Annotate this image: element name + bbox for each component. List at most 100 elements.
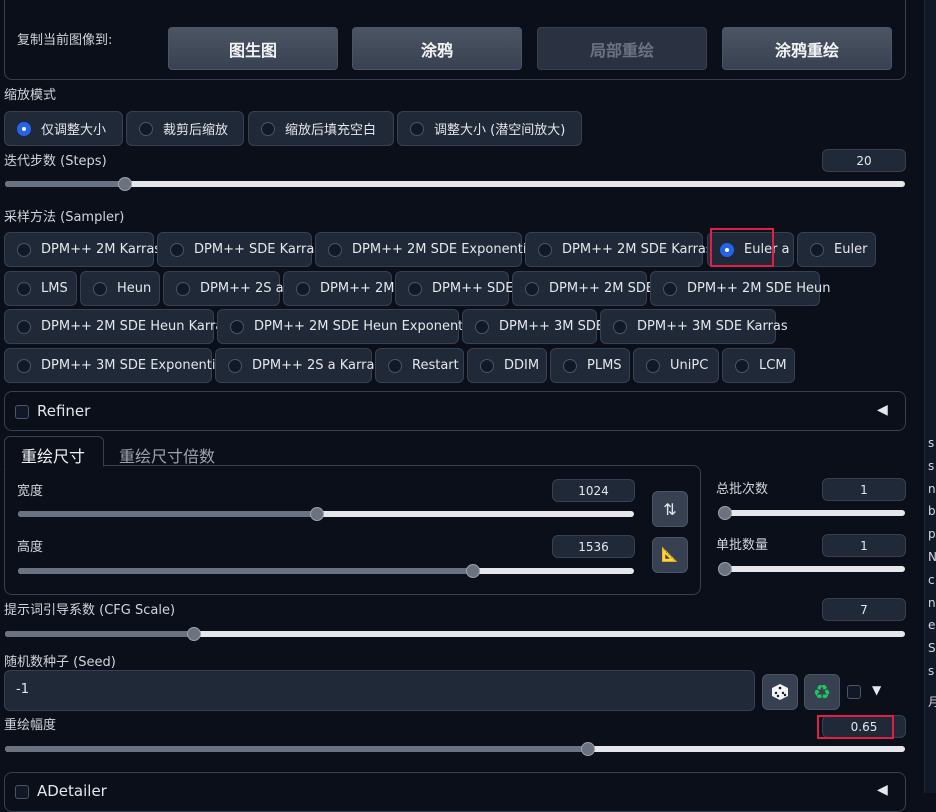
radio-icon: [538, 242, 552, 257]
dice-icon: [772, 684, 788, 700]
radio-icon: [17, 358, 31, 373]
sampler-ddim[interactable]: DDIM: [467, 348, 547, 383]
sampler-dpmpp-2m[interactable]: DPM++ 2M: [283, 271, 394, 306]
radio-icon: [480, 358, 494, 373]
sampler-dpmpp-2s-a[interactable]: DPM++ 2S a: [163, 271, 284, 306]
sampler-lcm[interactable]: LCM: [722, 348, 795, 383]
sampler-euler[interactable]: Euler: [797, 232, 876, 267]
sampler-unipc[interactable]: UniPC: [633, 348, 719, 383]
denoising-strength-slider[interactable]: [5, 742, 905, 756]
radio-icon: [296, 281, 310, 296]
collapse-arrow-icon[interactable]: ◀: [877, 402, 888, 418]
seed-label: 随机数种子 (Seed): [4, 655, 116, 670]
cfg-scale-slider[interactable]: [5, 627, 905, 641]
highlight-box-euler-a: [710, 228, 774, 267]
tab-resize-by[interactable]: 重绘尺寸倍数: [119, 443, 215, 467]
sampler-dpmpp-2s-a-karras[interactable]: DPM++ 2S a Karras: [215, 348, 381, 383]
slider-thumb[interactable]: [718, 562, 732, 576]
sampler-lms[interactable]: LMS: [4, 271, 77, 306]
radio-icon: [408, 281, 422, 296]
batch-count-label: 总批次数: [716, 482, 769, 497]
adetailer-accordion[interactable]: [4, 772, 906, 812]
reuse-seed-button[interactable]: ♻: [804, 674, 840, 710]
height-slider[interactable]: [18, 564, 634, 578]
slider-thumb[interactable]: [465, 564, 480, 578]
refiner-label: Refiner: [37, 402, 91, 420]
cfg-scale-number-input[interactable]: 7: [822, 598, 906, 621]
slider-thumb[interactable]: [187, 627, 201, 641]
triangle-ruler-icon: 📐: [661, 547, 679, 563]
steps-label: 迭代步数 (Steps): [4, 154, 107, 169]
radio-icon: [176, 281, 190, 296]
denoising-strength-label: 重绘幅度: [4, 718, 57, 733]
sampler-dpmpp-sde[interactable]: DPM++ SDE: [395, 271, 513, 306]
resize-mode-just-resize[interactable]: 仅调整大小: [4, 111, 123, 146]
radio-icon: [563, 358, 577, 373]
sampler-dpmpp-3m-sde-karras[interactable]: DPM++ 3M SDE Karras: [600, 309, 788, 344]
radio-icon: [613, 319, 627, 334]
radio-icon: [139, 121, 153, 136]
sampler-dpmpp-3m-sde[interactable]: DPM++ 3M SDE: [462, 309, 604, 344]
radio-icon: [261, 121, 275, 136]
sampler-dpmpp-2m-sde-karras[interactable]: DPM++ 2M SDE Karras: [525, 232, 713, 267]
refiner-accordion[interactable]: [4, 391, 906, 431]
collapse-arrow-icon[interactable]: ◀: [877, 782, 888, 798]
sampler-dpmpp-3m-sde-exponential[interactable]: DPM++ 3M SDE Exponential: [4, 348, 227, 383]
sampler-label: 采样方法 (Sampler): [4, 210, 125, 225]
random-seed-button[interactable]: [762, 674, 798, 710]
radio-icon: [525, 281, 539, 296]
resize-mode-latent-upscale[interactable]: 调整大小 (潜空间放大): [397, 111, 582, 146]
recycle-icon: ♻: [813, 680, 831, 704]
right-panel-text-column: ssnbpNcneSs月: [928, 436, 936, 709]
swap-arrows-icon: ⇅: [663, 499, 677, 519]
sampler-restart[interactable]: Restart: [375, 348, 464, 383]
highlight-box-denoise: [817, 715, 894, 739]
batch-size-slider[interactable]: [718, 562, 905, 576]
batch-count-slider[interactable]: [718, 506, 905, 520]
sampler-dpmpp-sde-karras[interactable]: DPM++ SDE Karras: [157, 232, 321, 267]
steps-slider[interactable]: [5, 177, 905, 191]
radio-icon: [17, 281, 31, 296]
width-number-input[interactable]: 1024: [552, 479, 635, 502]
width-slider[interactable]: [18, 507, 634, 521]
sampler-plms[interactable]: PLMS: [550, 348, 630, 383]
height-number-input[interactable]: 1536: [552, 535, 635, 558]
seed-input[interactable]: [4, 670, 755, 711]
radio-icon: [646, 358, 660, 373]
sampler-dpmpp-2m-sde-heun-karras[interactable]: DPM++ 2M SDE Heun Karras: [4, 309, 230, 344]
batch-size-number-input[interactable]: 1: [822, 534, 906, 557]
slider-thumb[interactable]: [581, 742, 596, 756]
radio-icon: [810, 242, 824, 257]
radio-icon: [388, 358, 402, 373]
extra-seed-checkbox[interactable]: [847, 685, 861, 699]
send-to-img2img-button[interactable]: 图生图: [168, 27, 338, 70]
send-to-inpaint-button[interactable]: 局部重绘: [537, 27, 707, 70]
radio-icon: [230, 319, 244, 334]
resize-mode-crop-resize[interactable]: 裁剪后缩放: [126, 111, 244, 146]
extra-seed-dropdown-icon[interactable]: ▼: [872, 683, 881, 697]
radio-icon: [735, 358, 749, 373]
radio-icon: [93, 281, 107, 296]
steps-number-input[interactable]: 20: [822, 149, 906, 172]
radio-icon: [475, 319, 489, 334]
sampler-dpmpp-2m-sde-exponential[interactable]: DPM++ 2M SDE Exponential: [315, 232, 538, 267]
batch-count-number-input[interactable]: 1: [822, 478, 906, 501]
radio-icon: [328, 242, 342, 257]
aspect-ratio-button[interactable]: 📐: [652, 537, 688, 573]
sampler-dpmpp-2m-sde-heun[interactable]: DPM++ 2M SDE Heun: [650, 271, 830, 306]
send-to-sketch-button[interactable]: 涂鸦: [352, 27, 522, 70]
swap-dimensions-button[interactable]: ⇅: [652, 491, 688, 527]
radio-icon: [17, 242, 31, 257]
sampler-dpmpp-2m-sde-heun-exponential[interactable]: DPM++ 2M SDE Heun Exponential: [217, 309, 478, 344]
slider-thumb[interactable]: [117, 177, 132, 191]
sampler-dpmpp-2m-karras[interactable]: DPM++ 2M Karras: [4, 232, 161, 267]
radio-icon: [663, 281, 677, 296]
resize-mode-resize-fill[interactable]: 缩放后填充空白: [248, 111, 394, 146]
refiner-checkbox[interactable]: [15, 405, 29, 419]
sampler-heun[interactable]: Heun: [80, 271, 160, 306]
slider-thumb[interactable]: [718, 506, 732, 520]
send-to-inpaint-sketch-button[interactable]: 涂鸦重绘: [722, 27, 892, 70]
sampler-dpmpp-2m-sde[interactable]: DPM++ 2M SDE: [512, 271, 654, 306]
radio-icon: [170, 242, 184, 257]
adetailer-checkbox[interactable]: [15, 785, 29, 799]
